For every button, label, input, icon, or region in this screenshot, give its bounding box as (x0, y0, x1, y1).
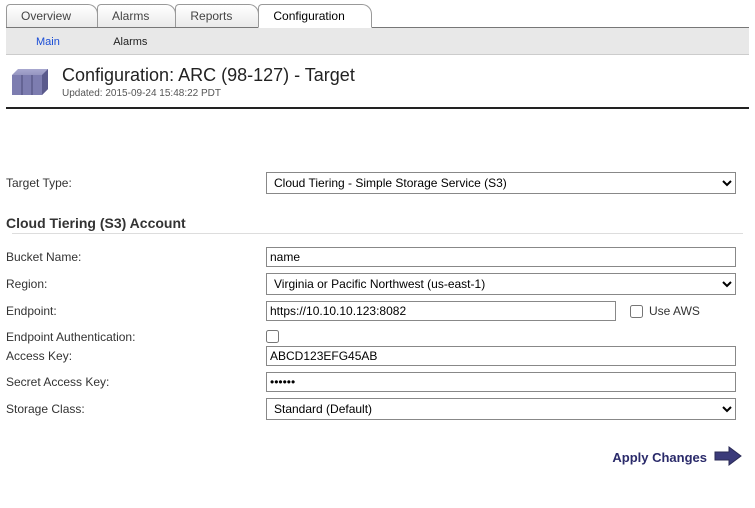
endpoint-auth-label: Endpoint Authentication: (6, 330, 266, 344)
tab-alarms[interactable]: Alarms (97, 4, 176, 27)
apply-changes-label: Apply Changes (612, 450, 707, 465)
page-updated: Updated: 2015-09-24 15:48:22 PDT (62, 88, 355, 99)
region-select[interactable]: Virginia or Pacific Northwest (us-east-1… (266, 273, 736, 295)
use-aws-label: Use AWS (649, 304, 700, 318)
tab-overview[interactable]: Overview (6, 4, 98, 27)
access-key-input[interactable] (266, 346, 736, 366)
secret-key-input[interactable] (266, 372, 736, 392)
storage-class-select[interactable]: Standard (Default) (266, 398, 736, 420)
section-title: Cloud Tiering (S3) Account (6, 215, 749, 231)
access-key-label: Access Key: (6, 349, 266, 363)
subtab-alarms[interactable]: Alarms (113, 36, 147, 48)
arrow-right-icon (713, 445, 743, 470)
endpoint-label: Endpoint: (6, 304, 266, 318)
primary-tabs: Overview Alarms Reports Configuration (6, 0, 749, 28)
divider (12, 233, 743, 234)
node-icon (6, 67, 52, 97)
storage-class-label: Storage Class: (6, 402, 266, 416)
secret-key-label: Secret Access Key: (6, 375, 266, 389)
bucket-label: Bucket Name: (6, 250, 266, 264)
target-type-label: Target Type: (6, 176, 266, 190)
endpoint-auth-checkbox[interactable] (266, 330, 279, 343)
use-aws-checkbox[interactable] (630, 305, 643, 318)
endpoint-input[interactable] (266, 301, 616, 321)
subtab-main[interactable]: Main (36, 36, 60, 48)
apply-changes-button[interactable]: Apply Changes (612, 445, 743, 470)
page-title: Configuration: ARC (98-127) - Target (62, 65, 355, 86)
subtabs: Main Alarms (6, 28, 749, 55)
bucket-input[interactable] (266, 247, 736, 267)
region-label: Region: (6, 277, 266, 291)
page-header: Configuration: ARC (98-127) - Target Upd… (6, 61, 749, 107)
target-type-select[interactable]: Cloud Tiering - Simple Storage Service (… (266, 172, 736, 194)
tab-configuration[interactable]: Configuration (258, 4, 371, 28)
tab-reports[interactable]: Reports (175, 4, 259, 27)
